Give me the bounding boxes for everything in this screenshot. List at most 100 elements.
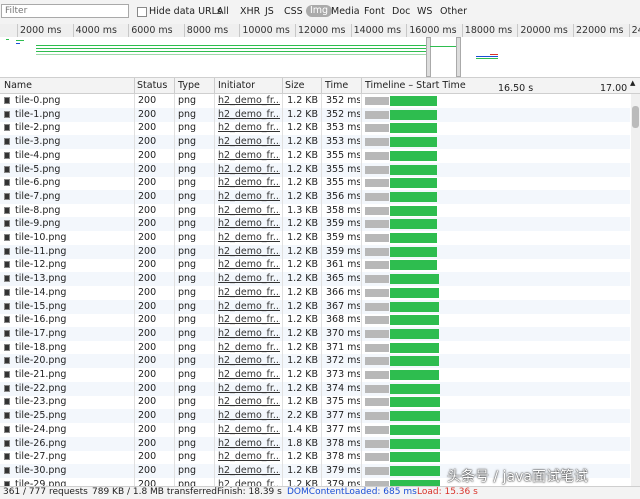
table-row[interactable]: tile-21.png 200 png h2_demo_fr... 1.2 KB 373 …: [0, 368, 630, 382]
column-type[interactable]: Type: [178, 80, 200, 91]
column-name[interactable]: Name: [4, 80, 32, 91]
table-row[interactable]: tile-5.png 200 png h2_demo_fr... 1.2 KB 355 m…: [0, 162, 630, 177]
waiting-bar: [365, 384, 389, 393]
request-type: png: [178, 273, 197, 285]
filter-type-xhr[interactable]: XHR: [240, 6, 260, 17]
request-initiator[interactable]: h2_demo_fr...: [218, 410, 280, 421]
request-initiator[interactable]: h2_demo_fr...: [218, 396, 280, 407]
image-file-icon: [4, 151, 10, 159]
request-initiator[interactable]: h2_demo_fr...: [218, 383, 280, 394]
filter-type-media[interactable]: Media: [331, 6, 360, 17]
table-row[interactable]: tile-20.png 200 png h2_demo_fr... 1.2 KB 372 …: [0, 354, 630, 369]
table-row[interactable]: tile-16.png 200 png h2_demo_fr... 1.2 KB 368 …: [0, 313, 630, 328]
receiving-bar: [390, 109, 437, 120]
overview-left-handle[interactable]: [426, 37, 431, 77]
hide-data-urls-label[interactable]: Hide data URLs: [149, 6, 222, 17]
request-status: 200: [138, 314, 157, 326]
column-timeline[interactable]: Timeline – Start Time: [365, 80, 466, 91]
request-initiator[interactable]: h2_demo_fr...: [218, 150, 280, 161]
table-row[interactable]: tile-11.png 200 png h2_demo_fr... 1.2 KB 359 …: [0, 244, 630, 259]
request-initiator[interactable]: h2_demo_fr...: [218, 218, 280, 229]
table-scrollbar[interactable]: [631, 94, 640, 486]
table-row[interactable]: tile-4.png 200 png h2_demo_fr... 1.2 KB 355 m…: [0, 148, 630, 163]
table-row[interactable]: tile-7.png 200 png h2_demo_fr... 1.2 KB 356 m…: [0, 189, 630, 204]
request-initiator[interactable]: h2_demo_fr...: [218, 177, 280, 188]
request-initiator[interactable]: h2_demo_fr...: [218, 191, 280, 202]
overview-right-handle[interactable]: [456, 37, 461, 77]
request-initiator[interactable]: h2_demo_fr...: [218, 301, 280, 312]
table-row[interactable]: tile-1.png 200 png h2_demo_fr... 1.2 KB 352 m…: [0, 107, 630, 122]
request-initiator[interactable]: h2_demo_fr...: [218, 369, 280, 380]
table-row[interactable]: tile-17.png 200 png h2_demo_fr... 1.2 KB 370 …: [0, 326, 630, 341]
request-initiator[interactable]: h2_demo_fr...: [218, 259, 280, 270]
request-initiator[interactable]: h2_demo_fr...: [218, 314, 280, 325]
column-time[interactable]: Time: [325, 80, 348, 91]
scrollbar-thumb[interactable]: [632, 106, 639, 128]
filter-type-other[interactable]: Other: [440, 6, 467, 17]
request-size: 1.2 KB: [287, 382, 318, 394]
filter-input[interactable]: [1, 4, 129, 18]
filter-type-font[interactable]: Font: [364, 6, 385, 17]
waiting-bar: [365, 192, 389, 201]
request-type: png: [178, 108, 197, 120]
overview-request-line: [36, 51, 426, 52]
image-file-icon: [4, 343, 10, 351]
image-file-icon: [4, 110, 10, 118]
table-row[interactable]: tile-2.png 200 png h2_demo_fr... 1.2 KB 353 m…: [0, 121, 630, 136]
table-row[interactable]: tile-0.png 200 png h2_demo_fr... 1.2 KB 352 m…: [0, 94, 630, 108]
table-row[interactable]: tile-24.png 200 png h2_demo_fr... 1.4 KB 377 …: [0, 422, 630, 437]
table-row[interactable]: tile-15.png 200 png h2_demo_fr... 1.2 KB 367 …: [0, 299, 630, 314]
receiving-bar: [390, 287, 439, 298]
request-type: png: [178, 204, 197, 216]
table-row[interactable]: tile-14.png 200 png h2_demo_fr... 1.2 KB 366 …: [0, 285, 630, 300]
request-initiator[interactable]: h2_demo_fr...: [218, 479, 280, 486]
request-initiator[interactable]: h2_demo_fr...: [218, 95, 280, 106]
hide-data-urls-checkbox[interactable]: [137, 7, 147, 17]
table-row[interactable]: tile-3.png 200 png h2_demo_fr... 1.2 KB 353 m…: [0, 135, 630, 150]
filter-type-doc[interactable]: Doc: [392, 6, 410, 17]
request-initiator[interactable]: h2_demo_fr...: [218, 451, 280, 462]
sort-up-icon[interactable]: ▲: [630, 79, 635, 87]
table-row[interactable]: tile-9.png 200 png h2_demo_fr... 1.2 KB 359 m…: [0, 217, 630, 232]
request-initiator[interactable]: h2_demo_fr...: [218, 164, 280, 175]
table-row[interactable]: tile-22.png 200 png h2_demo_fr... 1.2 KB 374 …: [0, 381, 630, 396]
column-size[interactable]: Size: [285, 80, 305, 91]
table-row[interactable]: tile-27.png 200 png h2_demo_fr... 1.2 KB 378 …: [0, 450, 630, 465]
filter-type-ws[interactable]: WS: [417, 6, 432, 17]
table-row[interactable]: tile-25.png 200 png h2_demo_fr... 2.2 KB 377 …: [0, 409, 630, 424]
filter-type-css[interactable]: CSS: [284, 6, 303, 17]
request-initiator[interactable]: h2_demo_fr...: [218, 328, 280, 339]
request-initiator[interactable]: h2_demo_fr...: [218, 438, 280, 449]
request-initiator[interactable]: h2_demo_fr...: [218, 136, 280, 147]
request-initiator[interactable]: h2_demo_fr...: [218, 342, 280, 353]
timeline-overview[interactable]: [0, 37, 640, 78]
table-row[interactable]: tile-23.png 200 png h2_demo_fr... 1.2 KB 375 …: [0, 395, 630, 410]
request-name: tile-16.png: [15, 314, 67, 326]
filter-type-js[interactable]: JS: [265, 6, 274, 17]
request-time: 374 ms: [326, 382, 360, 394]
table-row[interactable]: tile-8.png 200 png h2_demo_fr... 1.3 KB 358 m…: [0, 203, 630, 218]
request-initiator[interactable]: h2_demo_fr...: [218, 465, 280, 476]
request-initiator[interactable]: h2_demo_fr...: [218, 424, 280, 435]
table-row[interactable]: tile-12.png 200 png h2_demo_fr... 1.2 KB 361 …: [0, 258, 630, 273]
filter-type-img[interactable]: Img: [306, 5, 333, 17]
request-initiator[interactable]: h2_demo_fr...: [218, 273, 280, 284]
request-initiator[interactable]: h2_demo_fr...: [218, 246, 280, 257]
filter-type-all[interactable]: All: [217, 6, 229, 17]
request-initiator[interactable]: h2_demo_fr...: [218, 109, 280, 120]
table-row[interactable]: tile-18.png 200 png h2_demo_fr... 1.2 KB 371 …: [0, 340, 630, 355]
table-row[interactable]: tile-6.png 200 png h2_demo_fr... 1.2 KB 355 m…: [0, 176, 630, 191]
column-status[interactable]: Status: [137, 80, 167, 91]
request-initiator[interactable]: h2_demo_fr...: [218, 287, 280, 298]
table-row[interactable]: tile-26.png 200 png h2_demo_fr... 1.8 KB 378 …: [0, 436, 630, 451]
request-initiator[interactable]: h2_demo_fr...: [218, 122, 280, 133]
request-initiator[interactable]: h2_demo_fr...: [218, 355, 280, 366]
table-row[interactable]: tile-10.png 200 png h2_demo_fr... 1.2 KB 359 …: [0, 231, 630, 245]
table-row[interactable]: tile-13.png 200 png h2_demo_fr... 1.2 KB 365 …: [0, 272, 630, 287]
request-status: 200: [138, 204, 157, 216]
column-initiator[interactable]: Initiator: [218, 80, 255, 91]
request-size: 1.2 KB: [287, 218, 318, 230]
request-initiator[interactable]: h2_demo_fr...: [218, 205, 280, 216]
request-initiator[interactable]: h2_demo_fr...: [218, 232, 280, 243]
network-status-bar: 361 / 777 requests 789 KB / 1.8 MB trans…: [0, 486, 640, 499]
